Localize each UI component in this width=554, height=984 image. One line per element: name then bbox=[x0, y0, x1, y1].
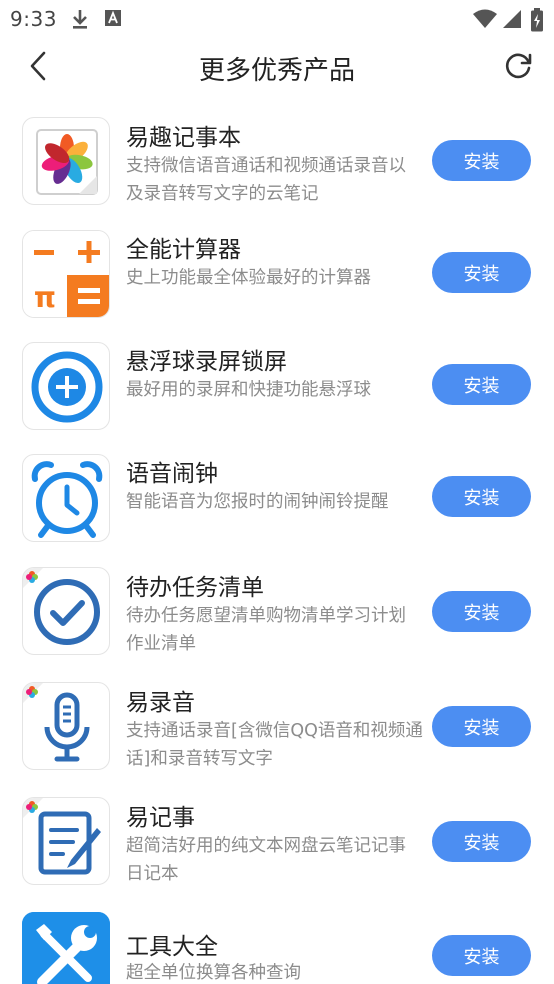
alarm-clock-app-icon bbox=[22, 454, 110, 542]
install-button[interactable]: 安装 bbox=[432, 252, 531, 293]
app-description: 最好用的录屏和快捷功能悬浮球 bbox=[126, 380, 371, 400]
page-title: 更多优秀产品 bbox=[198, 56, 355, 86]
app-name: 语音闹钟 bbox=[126, 461, 218, 487]
app-description: 超全单位换算各种查询 bbox=[126, 963, 301, 983]
app-description: 支持微信语音通话和视频通话录音以及录音转写文字的云笔记 bbox=[126, 156, 406, 204]
app-description: 智能语音为您报时的闹钟闹铃提醒 bbox=[126, 492, 389, 512]
microphone-app-icon bbox=[22, 682, 110, 770]
app-name: 工具大全 bbox=[126, 934, 218, 960]
refresh-icon bbox=[502, 50, 534, 86]
install-button[interactable]: 安装 bbox=[432, 706, 531, 747]
app-description: 支持通话录音[含微信QQ语音和视频通话]和录音转写文字 bbox=[126, 721, 423, 769]
status-time: 9:33 bbox=[10, 7, 57, 31]
install-button[interactable]: 安装 bbox=[432, 364, 531, 405]
install-button[interactable]: 安装 bbox=[432, 476, 531, 517]
floating-ball-app-icon bbox=[22, 342, 110, 430]
app-description: 史上功能最全体验最好的计算器 bbox=[126, 268, 371, 288]
app-name: 易记事 bbox=[126, 805, 195, 831]
install-button[interactable]: 安装 bbox=[432, 935, 531, 976]
todo-list-app-icon bbox=[22, 567, 110, 655]
app-name: 悬浮球录屏锁屏 bbox=[126, 349, 287, 375]
calculator-app-icon: π bbox=[22, 230, 110, 318]
app-description: 超简洁好用的纯文本网盘云笔记记事日记本 bbox=[126, 836, 406, 884]
notebook-app-icon bbox=[22, 117, 110, 205]
wifi-icon bbox=[472, 8, 498, 34]
install-button[interactable]: 安装 bbox=[432, 821, 531, 862]
refresh-button[interactable] bbox=[496, 46, 540, 90]
download-icon bbox=[70, 8, 90, 34]
pi-glyph: π bbox=[34, 281, 56, 314]
battery-charging-icon bbox=[530, 8, 544, 36]
app-name: 易趣记事本 bbox=[126, 125, 241, 151]
app-description: 待办任务愿望清单购物清单学习计划作业清单 bbox=[126, 606, 406, 654]
install-button[interactable]: 安装 bbox=[432, 591, 531, 632]
status-bar: 9:33 bbox=[0, 0, 554, 38]
toolbox-app-icon bbox=[22, 912, 110, 984]
signal-icon bbox=[502, 8, 522, 34]
app-name: 全能计算器 bbox=[126, 237, 241, 263]
install-button[interactable]: 安装 bbox=[432, 140, 531, 181]
app-name: 待办任务清单 bbox=[126, 575, 264, 601]
app-bar: 更多优秀产品 bbox=[0, 38, 554, 98]
notes-app-icon bbox=[22, 797, 110, 885]
keyboard-a-icon bbox=[104, 8, 122, 32]
app-name: 易录音 bbox=[126, 690, 195, 716]
